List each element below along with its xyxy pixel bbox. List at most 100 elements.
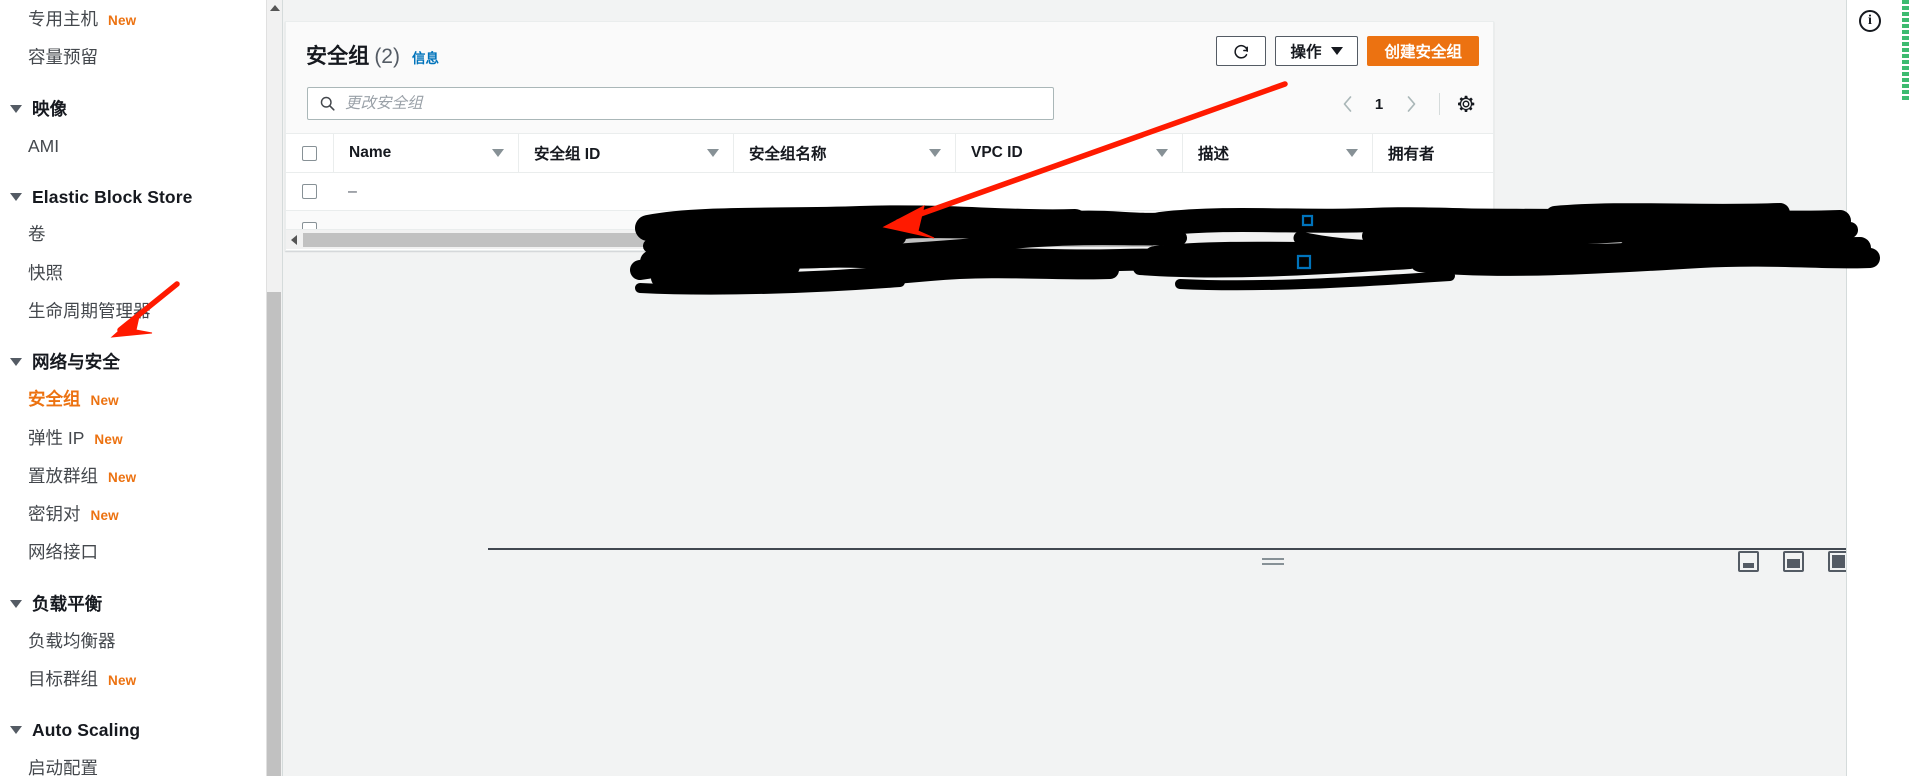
row-checkbox[interactable] (302, 184, 317, 199)
sort-arrow-icon[interactable] (1346, 149, 1358, 157)
refresh-icon (1234, 44, 1249, 59)
search-box[interactable] (307, 87, 1054, 120)
actions-dropdown-button[interactable]: 操作 (1275, 36, 1359, 66)
new-badge: New (90, 508, 119, 523)
sidebar-item-16[interactable]: 网络接口 (0, 533, 283, 571)
navigation-list: 专用主机 New 容量预留映像 AMI Elastic Block Store 卷快照生命… (0, 0, 283, 776)
column-header-label: 安全组名称 (749, 146, 827, 163)
sidebar-scrollbar[interactable] (266, 0, 283, 776)
sidebar-item-23[interactable]: 启动配置 (0, 749, 283, 776)
select-all-header[interactable] (286, 134, 333, 172)
panel-size-small-button[interactable] (1738, 551, 1759, 572)
sidebar-item-4[interactable]: AMI (0, 127, 283, 165)
table-horizontal-scrollbar[interactable] (286, 229, 1493, 249)
refresh-button[interactable] (1216, 36, 1267, 66)
sidebar-item-label: 启动配置 (28, 757, 98, 776)
chevron-right-icon (1407, 96, 1415, 112)
sidebar-item-15[interactable]: 密钥对 New (0, 495, 283, 533)
security-groups-panel: 安全组 (2) 信息 操作 创建安全组 更改安全组 1 Name 安全组 ID … (285, 21, 1494, 251)
divider (1439, 93, 1440, 115)
sidebar-scrollbar-thumb[interactable] (267, 292, 281, 776)
handle-line (1262, 558, 1284, 560)
sidebar-item-label: 快照 (28, 262, 63, 283)
nav-group-22[interactable]: Auto Scaling (0, 712, 283, 748)
split-panel-divider (488, 548, 1909, 550)
nav-group-18[interactable]: 负载平衡 (0, 586, 283, 622)
pagination-prev-button[interactable] (1332, 89, 1362, 119)
panel-size-medium-button[interactable] (1783, 551, 1804, 572)
caret-down-icon (10, 193, 22, 202)
scroll-right-button[interactable] (1485, 235, 1491, 245)
table-header-row: Name 安全组 ID 安全组名称 VPC ID 描述 拥有者 (286, 133, 1493, 173)
column-header-5[interactable]: 拥有者 (1372, 134, 1495, 172)
sidebar-item-label: 负载均衡器 (28, 630, 116, 651)
column-header-2[interactable]: 安全组名称 (733, 134, 955, 172)
size-fill (1787, 559, 1800, 568)
right-rail: i (1846, 0, 1909, 776)
screen-edge-artifact (1902, 0, 1909, 100)
pagination-current-page[interactable]: 1 (1366, 96, 1392, 113)
create-security-group-button[interactable]: 创建安全组 (1367, 36, 1479, 66)
info-icon[interactable]: i (1859, 10, 1881, 32)
sidebar-item-7[interactable]: 卷 (0, 215, 283, 253)
sidebar-item-0[interactable]: 专用主机 New (0, 0, 283, 38)
sidebar-item-label: 密钥对 (28, 504, 81, 524)
chevron-down-icon (1331, 47, 1344, 55)
sort-arrow-icon[interactable] (1156, 149, 1168, 157)
nav-group-label: 网络与安全 (32, 352, 120, 372)
sidebar-item-12[interactable]: 安全组 New (0, 380, 283, 418)
table-cell-sg_name (733, 173, 955, 210)
column-header-label: Name (349, 144, 392, 161)
table-row[interactable]: – (286, 173, 1493, 211)
sort-arrow-icon[interactable] (929, 149, 941, 157)
column-header-4[interactable]: 描述 (1182, 134, 1372, 172)
main-content-area: 安全组 (2) 信息 操作 创建安全组 更改安全组 1 Name 安全组 ID … (244, 0, 1909, 776)
left-navigation-sidebar: 专用主机 New 容量预留映像 AMI Elastic Block Store 卷快照生命… (0, 0, 283, 776)
gear-icon (1458, 95, 1475, 112)
new-badge: New (108, 469, 137, 485)
cell-value: – (348, 182, 357, 200)
sort-arrow-icon[interactable] (492, 149, 504, 157)
scroll-left-button[interactable] (286, 230, 301, 250)
split-panel-drag-handle[interactable] (1262, 558, 1284, 567)
filter-row: 1 (286, 81, 1493, 133)
nav-group-6[interactable]: Elastic Block Store (0, 179, 283, 215)
sidebar-item-1[interactable]: 容量预留 (0, 38, 283, 76)
row-select-cell[interactable] (286, 173, 333, 210)
sidebar-item-14[interactable]: 置放群组 New (0, 457, 283, 495)
column-header-3[interactable]: VPC ID (955, 134, 1182, 172)
search-input[interactable] (345, 94, 1053, 113)
column-header-0[interactable]: Name (333, 134, 518, 172)
sidebar-item-13[interactable]: 弹性 IP New (0, 419, 283, 457)
scroll-up-icon[interactable] (270, 5, 280, 11)
nav-group-11[interactable]: 网络与安全 (0, 344, 283, 380)
sidebar-item-label: 生命周期管理器 (28, 300, 151, 321)
table-cell-owner (1372, 173, 1495, 210)
scrollbar-thumb[interactable] (303, 232, 1153, 247)
column-header-label: 安全组 ID (534, 146, 601, 163)
sort-arrow-icon[interactable] (707, 149, 719, 157)
pagination-next-button[interactable] (1396, 89, 1426, 119)
column-header-1[interactable]: 安全组 ID (518, 134, 733, 172)
split-panel-size-controls (1738, 551, 1849, 572)
info-link[interactable]: 信息 (412, 47, 439, 67)
actions-label: 操作 (1290, 44, 1322, 61)
sidebar-item-label: 目标群组 (28, 669, 98, 689)
nav-group-label: 负载平衡 (32, 593, 103, 614)
sidebar-item-20[interactable]: 目标群组 New (0, 660, 283, 698)
select-all-checkbox[interactable] (302, 145, 317, 161)
table-cell-sg_id (518, 173, 733, 210)
nav-group-3[interactable]: 映像 (0, 91, 283, 127)
table-preferences-button[interactable] (1453, 91, 1479, 117)
panel-actions: 操作 创建安全组 (1216, 36, 1479, 66)
size-fill (1832, 555, 1845, 568)
sidebar-item-8[interactable]: 快照 (0, 254, 283, 292)
sidebar-item-19[interactable]: 负载均衡器 (0, 622, 283, 660)
create-label: 创建安全组 (1384, 44, 1462, 61)
sidebar-item-9[interactable]: 生命周期管理器 (0, 292, 283, 330)
caret-down-icon (10, 599, 22, 608)
